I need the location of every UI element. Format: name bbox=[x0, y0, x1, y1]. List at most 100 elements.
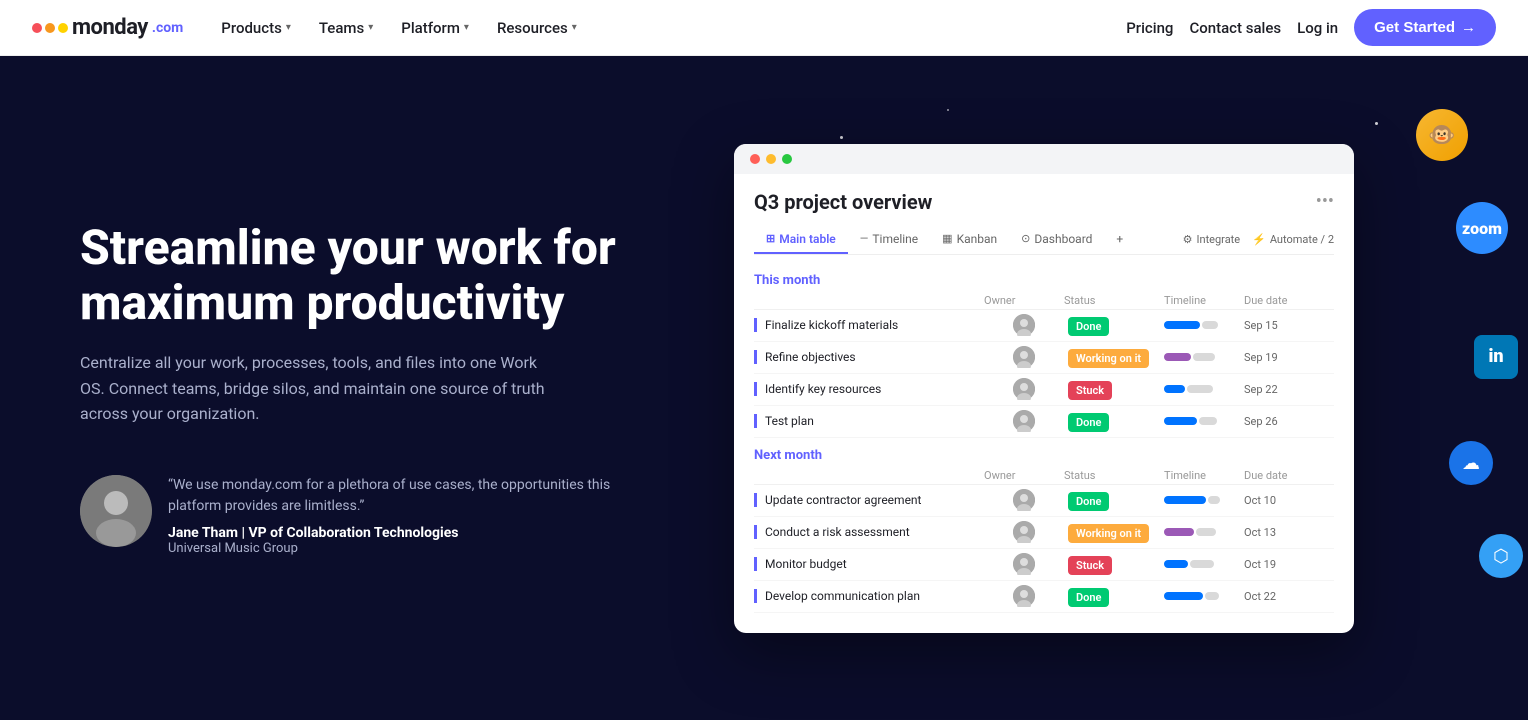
owner-avatar bbox=[1013, 489, 1035, 511]
nav-products[interactable]: Products ▾ bbox=[207, 11, 305, 45]
timeline-bar-empty bbox=[1199, 417, 1217, 425]
this-month-label: This month bbox=[754, 267, 1334, 292]
owner-avatar bbox=[1013, 346, 1035, 368]
window-minimize-dot bbox=[766, 154, 776, 164]
nav-menu: Products ▾ Teams ▾ Platform ▾ Resources … bbox=[207, 11, 590, 45]
status-cell: Done bbox=[1064, 313, 1164, 338]
table-row: Finalize kickoff materials Done Sep 15 bbox=[754, 310, 1334, 342]
nav-resources[interactable]: Resources ▾ bbox=[483, 11, 591, 45]
timeline-bar-empty bbox=[1205, 592, 1219, 600]
next-month-label: Next month bbox=[754, 442, 1334, 467]
timeline-cell bbox=[1164, 496, 1254, 504]
task-name: Identify key resources bbox=[754, 382, 984, 396]
nav-login[interactable]: Log in bbox=[1297, 19, 1338, 37]
integrate-icon: ⚙ bbox=[1183, 233, 1193, 246]
status-cell: Working on it bbox=[1064, 345, 1164, 370]
status-cell: Stuck bbox=[1064, 377, 1164, 402]
integrate-action[interactable]: ⚙ Integrate bbox=[1183, 233, 1240, 246]
window-close-dot bbox=[750, 154, 760, 164]
linkedin-icon: in bbox=[1474, 335, 1518, 379]
status-badge: Done bbox=[1068, 413, 1109, 432]
nav-teams[interactable]: Teams ▾ bbox=[305, 11, 387, 45]
owner-avatar bbox=[1013, 378, 1035, 400]
this-month-section: This month Owner Status Timeline Due dat… bbox=[754, 267, 1334, 438]
card-menu-icon[interactable]: ••• bbox=[1316, 191, 1334, 212]
table-icon: ⊞ bbox=[766, 232, 775, 245]
get-started-button[interactable]: Get Started → bbox=[1354, 9, 1496, 46]
card-title: Q3 project overview bbox=[754, 190, 932, 214]
chevron-down-icon: ▾ bbox=[464, 22, 469, 33]
dashboard-card: Q3 project overview ••• ⊞ Main table — T… bbox=[734, 144, 1354, 633]
timeline-bar-empty bbox=[1196, 528, 1216, 536]
next-month-section: Next month Owner Status Timeline Due dat… bbox=[754, 442, 1334, 613]
status-badge: Done bbox=[1068, 317, 1109, 336]
timeline-cell bbox=[1164, 385, 1254, 393]
testimonial-content: “We use monday.com for a plethora of use… bbox=[168, 475, 620, 556]
timeline-cell bbox=[1164, 353, 1254, 361]
automate-action[interactable]: ⚡ Automate / 2 bbox=[1252, 233, 1334, 246]
task-name: Monitor budget bbox=[754, 557, 984, 571]
status-badge: Working on it bbox=[1068, 349, 1149, 368]
logo[interactable]: monday.com bbox=[32, 15, 183, 40]
next-month-rows: Update contractor agreement Done Oct 10 … bbox=[754, 485, 1334, 613]
tab-dashboard[interactable]: ⊙ Dashboard bbox=[1009, 226, 1104, 254]
tab-kanban[interactable]: ▦ Kanban bbox=[930, 226, 1009, 254]
logo-dot-red bbox=[32, 23, 42, 33]
automate-icon: ⚡ bbox=[1252, 233, 1266, 246]
this-month-rows: Finalize kickoff materials Done Sep 15 R… bbox=[754, 310, 1334, 438]
timeline-icon: — bbox=[860, 232, 869, 245]
window-maximize-dot bbox=[782, 154, 792, 164]
owner-avatar bbox=[1013, 553, 1035, 575]
status-cell: Done bbox=[1064, 584, 1164, 609]
nav-pricing[interactable]: Pricing bbox=[1126, 19, 1173, 37]
nav-platform[interactable]: Platform ▾ bbox=[387, 11, 483, 45]
timeline-bar-filled bbox=[1164, 496, 1206, 504]
task-name: Update contractor agreement bbox=[754, 493, 984, 507]
timeline-cell bbox=[1164, 321, 1254, 329]
hero-right: Q3 project overview ••• ⊞ Main table — T… bbox=[620, 144, 1468, 633]
task-name: Develop communication plan bbox=[754, 589, 984, 603]
tab-add[interactable]: + bbox=[1104, 226, 1135, 254]
tab-main-table[interactable]: ⊞ Main table bbox=[754, 226, 848, 254]
task-name: Finalize kickoff materials bbox=[754, 318, 984, 332]
due-date: Sep 15 bbox=[1244, 319, 1334, 332]
app-icon: ⬡ bbox=[1479, 534, 1523, 578]
arrow-right-icon: → bbox=[1461, 19, 1476, 36]
due-date: Oct 13 bbox=[1244, 526, 1334, 539]
status-cell: Done bbox=[1064, 409, 1164, 434]
hero-title: Streamline your work for maximum product… bbox=[80, 220, 620, 330]
next-month-column-headers: Owner Status Timeline Due date bbox=[754, 467, 1334, 485]
task-name: Refine objectives bbox=[754, 350, 984, 364]
table-row: Refine objectives Working on it Sep 19 bbox=[754, 342, 1334, 374]
timeline-bar-filled bbox=[1164, 528, 1194, 536]
nav-contact[interactable]: Contact sales bbox=[1189, 19, 1281, 37]
navbar: monday.com Products ▾ Teams ▾ Platform ▾… bbox=[0, 0, 1528, 56]
timeline-cell bbox=[1164, 528, 1254, 536]
logo-com: .com bbox=[152, 20, 183, 36]
table-row: Test plan Done Sep 26 bbox=[754, 406, 1334, 438]
hero-testimonial: “We use monday.com for a plethora of use… bbox=[80, 475, 620, 556]
status-badge: Working on it bbox=[1068, 524, 1149, 543]
timeline-bar-empty bbox=[1202, 321, 1218, 329]
due-date: Sep 19 bbox=[1244, 351, 1334, 364]
timeline-bar-filled bbox=[1164, 385, 1185, 393]
timeline-bar-empty bbox=[1208, 496, 1220, 504]
timeline-bar-empty bbox=[1187, 385, 1213, 393]
table-row: Update contractor agreement Done Oct 10 bbox=[754, 485, 1334, 517]
testimonial-quote: “We use monday.com for a plethora of use… bbox=[168, 475, 620, 517]
logo-dot-orange bbox=[45, 23, 55, 33]
table-row: Conduct a risk assessment Working on it … bbox=[754, 517, 1334, 549]
dashboard-icon: ⊙ bbox=[1021, 232, 1030, 245]
table-row: Identify key resources Stuck Sep 22 bbox=[754, 374, 1334, 406]
owner-avatar bbox=[1013, 314, 1035, 336]
status-badge: Done bbox=[1068, 588, 1109, 607]
status-badge: Stuck bbox=[1068, 556, 1112, 575]
avatar bbox=[80, 475, 152, 547]
nav-left: monday.com Products ▾ Teams ▾ Platform ▾… bbox=[32, 11, 591, 45]
tab-timeline[interactable]: — Timeline bbox=[848, 226, 930, 254]
status-badge: Done bbox=[1068, 492, 1109, 511]
logo-dots bbox=[32, 23, 68, 33]
task-name: Test plan bbox=[754, 414, 984, 428]
hero-subtitle: Centralize all your work, processes, too… bbox=[80, 350, 560, 427]
card-body: Q3 project overview ••• ⊞ Main table — T… bbox=[734, 174, 1354, 633]
